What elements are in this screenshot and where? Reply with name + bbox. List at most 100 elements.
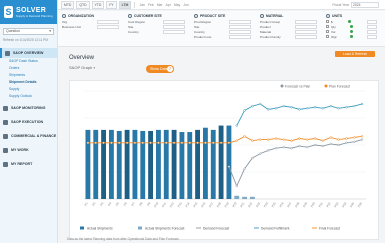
nav-sub-item[interactable]: Supply Outlook bbox=[0, 93, 57, 100]
line-point bbox=[360, 135, 364, 138]
line-point bbox=[259, 152, 262, 155]
nav-sub-item[interactable]: Orders bbox=[0, 65, 57, 72]
chevron-down-icon: ▾ bbox=[93, 66, 96, 70]
month-option[interactable]: Mar bbox=[157, 3, 163, 7]
month-option[interactable]: May bbox=[174, 3, 180, 7]
filter-field[interactable] bbox=[229, 34, 251, 39]
month-option[interactable]: Jun bbox=[183, 3, 188, 7]
x-tick-label: P8 bbox=[138, 201, 143, 206]
period-button[interactable]: FY bbox=[106, 0, 117, 9]
bar bbox=[93, 129, 99, 199]
nav-my-report[interactable]: MY REPORT bbox=[0, 159, 57, 169]
filter-field[interactable] bbox=[163, 19, 185, 24]
filter-title: UNITS bbox=[332, 14, 343, 18]
sop-chart-card: Forecast vs Plan Plan Forecast P1 P2 P3 P4 P5 P… bbox=[69, 80, 379, 240]
nav-sop-monitoring[interactable]: S&OP MONITORING bbox=[0, 103, 57, 113]
filter-field[interactable] bbox=[97, 19, 119, 24]
filter-field[interactable] bbox=[97, 24, 119, 29]
filter-label: Product Group bbox=[260, 19, 281, 24]
unit-checkbox[interactable] bbox=[326, 35, 329, 38]
line-point bbox=[227, 141, 231, 144]
nav-sub-item[interactable]: S&OP Dash Status bbox=[0, 58, 57, 65]
chart-footnote: Data as the latest Planning data from af… bbox=[67, 237, 179, 241]
filter-field[interactable] bbox=[163, 24, 185, 29]
line-point bbox=[321, 139, 325, 142]
line-point bbox=[235, 124, 238, 127]
month-option[interactable]: Jan bbox=[139, 3, 144, 7]
organization-icon bbox=[62, 14, 66, 18]
line-point bbox=[219, 141, 223, 144]
line-point bbox=[290, 147, 293, 150]
x-tick-label: P18 bbox=[216, 201, 222, 208]
x-tick-label: P35 bbox=[349, 201, 355, 208]
filter-field[interactable] bbox=[366, 19, 377, 24]
legend-label: Actual Shipments Forecast bbox=[145, 226, 184, 230]
line-point bbox=[243, 109, 246, 112]
line-point bbox=[298, 137, 301, 140]
filter-field[interactable] bbox=[163, 29, 185, 34]
line-point bbox=[337, 138, 340, 141]
unit-checkbox[interactable] bbox=[326, 30, 329, 33]
period-toolbar: MTD QTD YTD FY LTM Jan Feb Mar Apr May J… bbox=[58, 0, 385, 10]
scenario-select[interactable]: Question ▾ bbox=[3, 28, 54, 35]
filter-label: Product bbox=[260, 24, 271, 29]
filter-title: CUSTOMER SITE bbox=[134, 14, 162, 18]
filter-field[interactable] bbox=[229, 24, 251, 29]
fiscal-year-select[interactable]: 2024 bbox=[351, 2, 379, 8]
line-point bbox=[165, 141, 168, 144]
nav-sub-item[interactable]: Supply bbox=[0, 86, 57, 93]
line-point bbox=[266, 138, 270, 141]
line-point bbox=[313, 143, 317, 147]
factory-icon bbox=[194, 14, 198, 18]
x-tick-label: P11 bbox=[161, 201, 167, 208]
show-data-button[interactable]: Show Data 7 bbox=[146, 65, 174, 73]
grid-icon bbox=[5, 50, 10, 56]
filter-label: Site bbox=[128, 24, 134, 29]
filter-label: Qty bbox=[331, 24, 336, 29]
x-tick-label: P34 bbox=[341, 201, 347, 208]
line-point bbox=[251, 139, 254, 142]
unit-checkbox[interactable] bbox=[326, 25, 329, 28]
filter-field[interactable] bbox=[295, 29, 317, 34]
nav-group-label: MY WORK bbox=[11, 148, 29, 152]
filter-field[interactable] bbox=[295, 34, 317, 39]
period-button[interactable]: MTD bbox=[61, 0, 75, 9]
count-badge: 7 bbox=[167, 66, 173, 72]
x-tick-label: P31 bbox=[318, 201, 324, 208]
line-point bbox=[172, 141, 176, 144]
filter-label: Site bbox=[194, 24, 200, 29]
bar bbox=[148, 130, 154, 199]
nav-my-work[interactable]: MY WORK bbox=[0, 145, 57, 155]
filter-field[interactable] bbox=[295, 19, 317, 24]
app-logo[interactable]: S SOLVER Supply & Demand Planning bbox=[0, 0, 57, 24]
graph-selector[interactable]: S&OP Graph ▾ bbox=[69, 65, 95, 70]
x-tick-label: P24 bbox=[263, 201, 269, 208]
x-tick-label: P19 bbox=[224, 201, 230, 208]
line-point bbox=[266, 149, 270, 152]
month-option[interactable]: Apr bbox=[166, 3, 171, 7]
sop-chart: Forecast vs Plan Plan ForecastP1 P2 P3 P4 P5 P… bbox=[80, 84, 366, 230]
month-option[interactable]: Feb bbox=[148, 3, 154, 7]
period-button[interactable]: QTD bbox=[76, 0, 90, 9]
nav-sub-item[interactable]: Shipment Details bbox=[0, 79, 57, 86]
period-button[interactable]: YTD bbox=[91, 0, 105, 9]
filter-field[interactable] bbox=[367, 29, 377, 34]
filter-field[interactable] bbox=[295, 24, 317, 29]
nav-commercial-finance[interactable]: COMMERCIAL & FINANCE bbox=[0, 131, 57, 141]
line-point bbox=[180, 141, 184, 144]
filter-field[interactable] bbox=[229, 29, 251, 34]
nav-sub-item[interactable]: Shipments bbox=[0, 72, 57, 79]
line-point bbox=[345, 141, 348, 144]
filter-label: Material bbox=[260, 29, 272, 34]
page-title: Overview bbox=[69, 55, 95, 61]
filter-field[interactable] bbox=[229, 19, 251, 24]
unit-checkbox[interactable] bbox=[326, 20, 329, 23]
line-point bbox=[188, 141, 191, 144]
line-point bbox=[86, 141, 90, 144]
filter-field[interactable] bbox=[366, 24, 377, 29]
filter-field[interactable] bbox=[366, 34, 377, 39]
nav-sop-overview[interactable]: S&OP OVERVIEW bbox=[0, 48, 57, 58]
period-button[interactable]: LTM bbox=[118, 0, 132, 9]
nav-sop-execution[interactable]: S&OP EXECUTION bbox=[0, 117, 57, 127]
fiscal-year-group: Fiscal Year 2024 bbox=[331, 2, 379, 8]
